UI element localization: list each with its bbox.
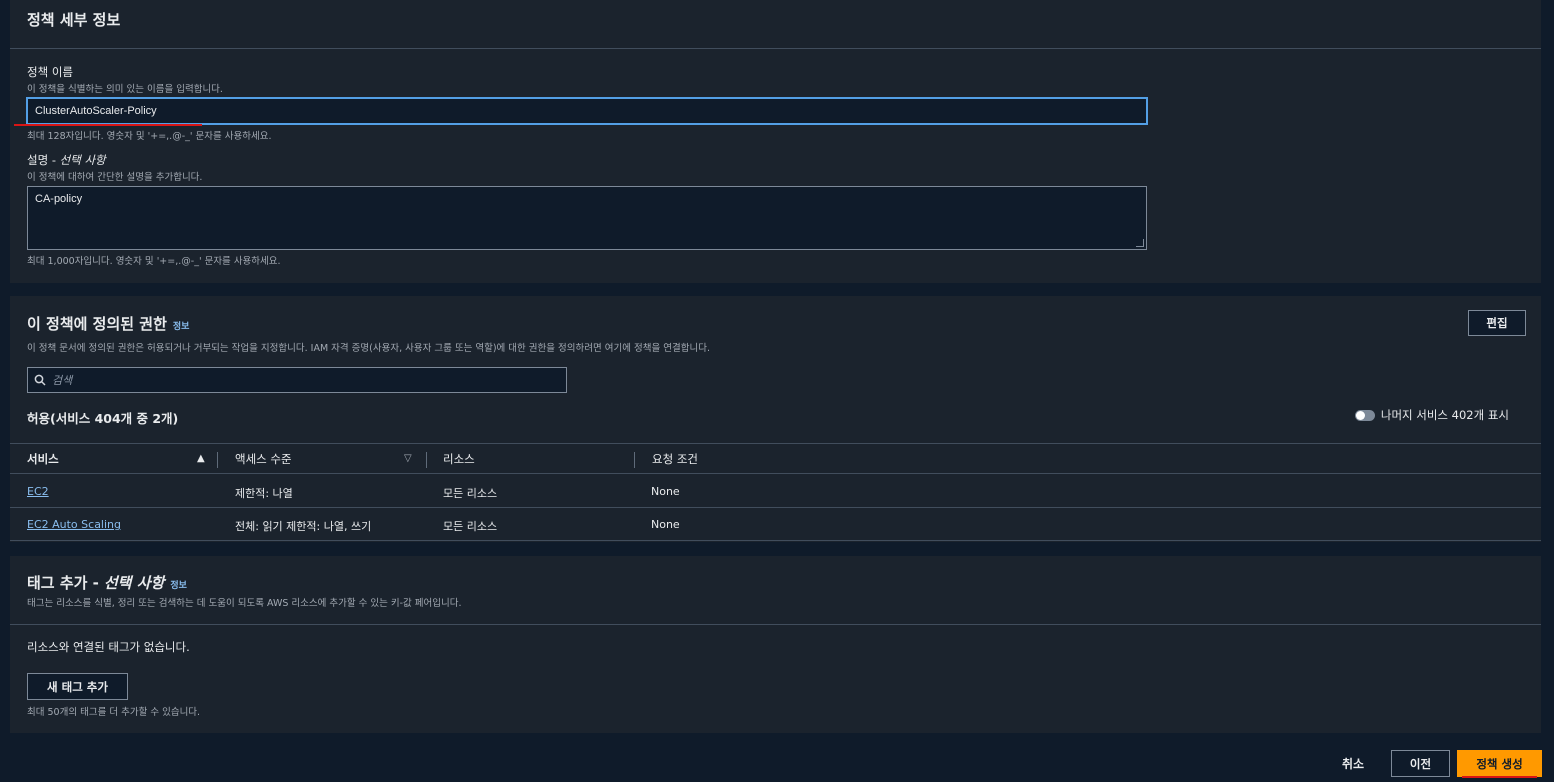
tags-limit-hint: 최대 50개의 태그를 더 추가할 수 있습니다. [27, 707, 201, 718]
permissions-title: 이 정책에 정의된 권한 [27, 315, 167, 333]
policy-name-input[interactable]: ClusterAutoScaler-Policy [27, 98, 1147, 124]
column-header-access[interactable]: 액세스 수준 [235, 451, 292, 467]
toggle-label: 나머지 서비스 402개 표시 [1380, 408, 1509, 422]
description-textarea[interactable]: CA-policy [27, 186, 1147, 250]
tags-header: 태그 추가 - 선택 사항 정보 [27, 572, 187, 593]
access-level: 제한적: 나열 [235, 487, 293, 500]
cancel-button[interactable]: 취소 [1342, 755, 1364, 772]
description-value: CA-policy [35, 193, 83, 205]
column-separator[interactable] [217, 452, 218, 468]
previous-button[interactable]: 이전 [1391, 750, 1450, 777]
show-remaining-toggle[interactable]: 나머지 서비스 402개 표시 [1354, 407, 1509, 423]
no-tags-text: 리소스와 연결된 태그가 없습니다. [27, 640, 190, 654]
access-level: 전체: 읽기 제한적: 나열, 쓰기 [235, 520, 372, 533]
add-tag-button[interactable]: 새 태그 추가 [27, 673, 128, 700]
policy-name-value: ClusterAutoScaler-Policy [35, 105, 157, 117]
tags-info-link[interactable]: 정보 [170, 578, 187, 591]
policy-name-hint: 최대 128자입니다. 영숫자 및 '+=,.@-_' 문자를 사용하세요. [27, 131, 272, 142]
table-row: EC2 Auto Scaling 전체: 읽기 제한적: 나열, 쓰기 모든 리… [10, 508, 1541, 541]
tags-title-optional: 선택 사항 [103, 574, 165, 592]
permissions-panel: 이 정책에 정의된 권한 정보 편집 이 정책 문서에 정의된 권한은 허용되거… [10, 296, 1541, 542]
tags-description: 태그는 리소스를 식별, 정리 또는 검색하는 데 도움이 되도록 AWS 리소… [27, 598, 462, 609]
request-condition: None [651, 518, 680, 531]
table-header: 서비스 ▲ 액세스 수준 ▽ 리소스 요청 조건 [10, 443, 1541, 474]
annotation-underline [14, 124, 202, 126]
divider [10, 624, 1541, 625]
permissions-description: 이 정책 문서에 정의된 권한은 허용되거나 거부되는 작업을 지정합니다. I… [27, 343, 710, 354]
resize-handle[interactable] [1136, 239, 1144, 247]
search-placeholder: 검색 [52, 374, 73, 387]
description-description: 이 정책에 대하여 간단한 설명을 추가합니다. [27, 172, 203, 183]
resource: 모든 리소스 [443, 487, 498, 500]
sort-ascending-icon[interactable]: ▲ [197, 453, 205, 464]
description-label: 설명 - 선택 사항 [27, 153, 106, 167]
table-row: EC2 제한적: 나열 모든 리소스 None [10, 475, 1541, 508]
request-condition: None [651, 485, 680, 498]
permissions-header: 이 정책에 정의된 권한 정보 [27, 313, 189, 334]
permissions-info-link[interactable]: 정보 [173, 319, 190, 332]
policy-details-title: 정책 세부 정보 [27, 11, 121, 29]
sort-descending-icon[interactable]: ▽ [404, 453, 412, 464]
column-header-condition: 요청 조건 [652, 452, 698, 466]
description-hint: 최대 1,000자입니다. 영숫자 및 '+=,.@-_' 문자를 사용하세요. [27, 256, 281, 267]
policy-name-label: 정책 이름 [27, 65, 73, 79]
create-policy-button[interactable]: 정책 생성 [1457, 750, 1542, 777]
search-input[interactable]: 검색 [27, 367, 567, 393]
column-header-service[interactable]: 서비스 [27, 451, 59, 467]
toggle-switch[interactable] [1354, 409, 1375, 421]
annotation-underline [1462, 776, 1537, 778]
allow-summary: 허용(서비스 404개 중 2개) [27, 411, 179, 426]
column-header-resource: 리소스 [443, 452, 475, 466]
policy-details-panel: 정책 세부 정보 정책 이름 이 정책을 식별하는 의미 있는 이름을 입력합니… [10, 0, 1541, 283]
service-link[interactable]: EC2 Auto Scaling [27, 518, 121, 531]
policy-name-description: 이 정책을 식별하는 의미 있는 이름을 입력합니다. [27, 84, 223, 95]
tags-panel: 태그 추가 - 선택 사항 정보 태그는 리소스를 식별, 정리 또는 검색하는… [10, 556, 1541, 733]
column-separator[interactable] [634, 452, 635, 468]
tags-title: 태그 추가 - [27, 574, 99, 592]
divider [10, 48, 1541, 49]
column-separator[interactable] [426, 452, 427, 468]
resource: 모든 리소스 [443, 520, 498, 533]
edit-button[interactable]: 편집 [1468, 310, 1526, 336]
service-link[interactable]: EC2 [27, 485, 49, 498]
search-icon [34, 374, 46, 386]
